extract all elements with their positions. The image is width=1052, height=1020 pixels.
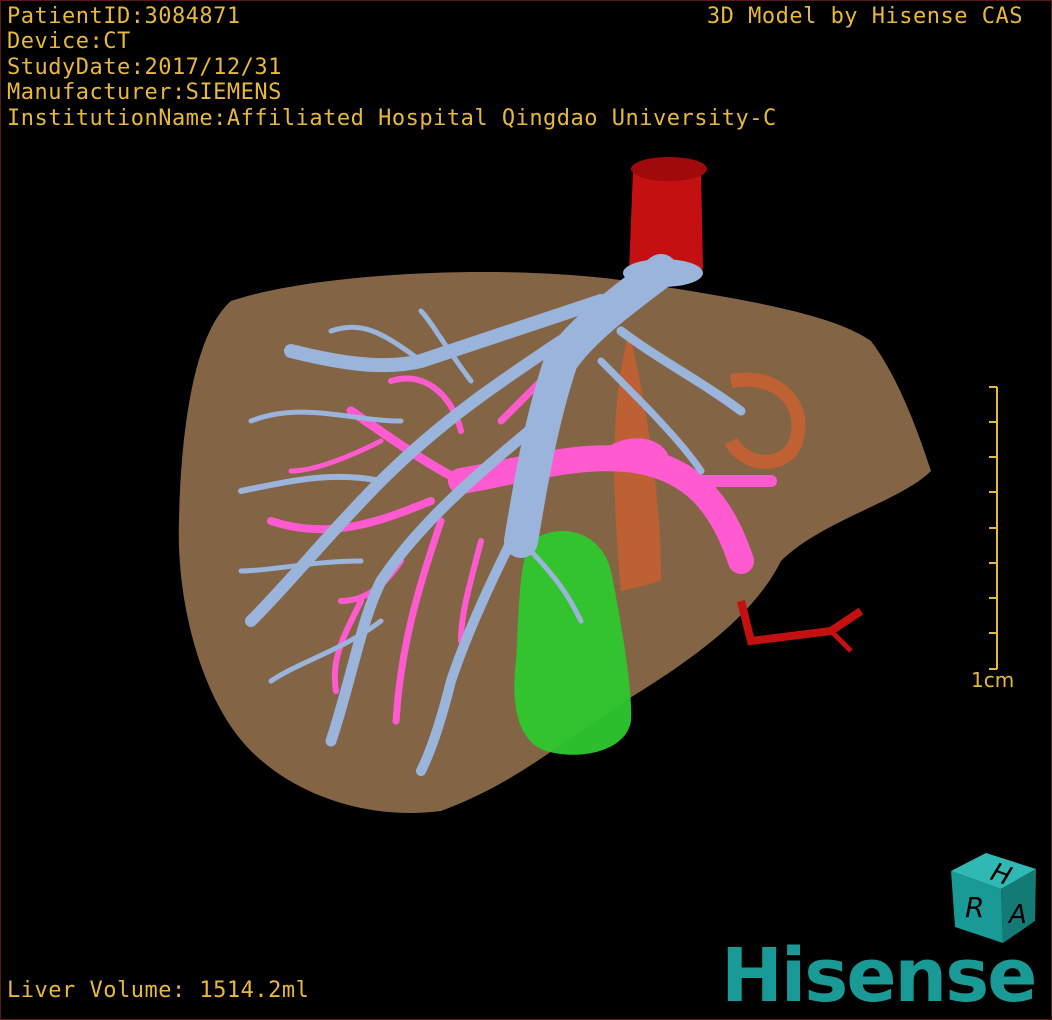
- institution-name: InstitutionName:Affiliated Hospital Qing…: [7, 106, 777, 131]
- cube-letter-a: A: [1007, 900, 1027, 930]
- patient-id: PatientID:3084871: [7, 4, 241, 29]
- hepatic-artery-branch: [829, 629, 853, 653]
- study-date: StudyDate:2017/12/31: [7, 55, 282, 80]
- scale-bar: [989, 386, 998, 670]
- hepatic-artery: [737, 600, 864, 646]
- device: Device:CT: [7, 29, 131, 54]
- hisense-logo: Hisense: [721, 933, 1037, 1019]
- manufacturer: Manufacturer:SIEMENS: [7, 80, 282, 105]
- model-credit: 3D Model by Hisense CAS: [706, 4, 1023, 29]
- liver-3d-model[interactable]: [1, 1, 1052, 1020]
- cube-letter-r: R: [965, 891, 984, 924]
- aorta-cap: [631, 157, 707, 181]
- scale-bar-label: 1cm: [971, 668, 1015, 692]
- liver-volume: Liver Volume: 1514.2ml: [7, 978, 310, 1003]
- 3d-viewport[interactable]: PatientID:3084871 Device:CT StudyDate:20…: [0, 0, 1052, 1020]
